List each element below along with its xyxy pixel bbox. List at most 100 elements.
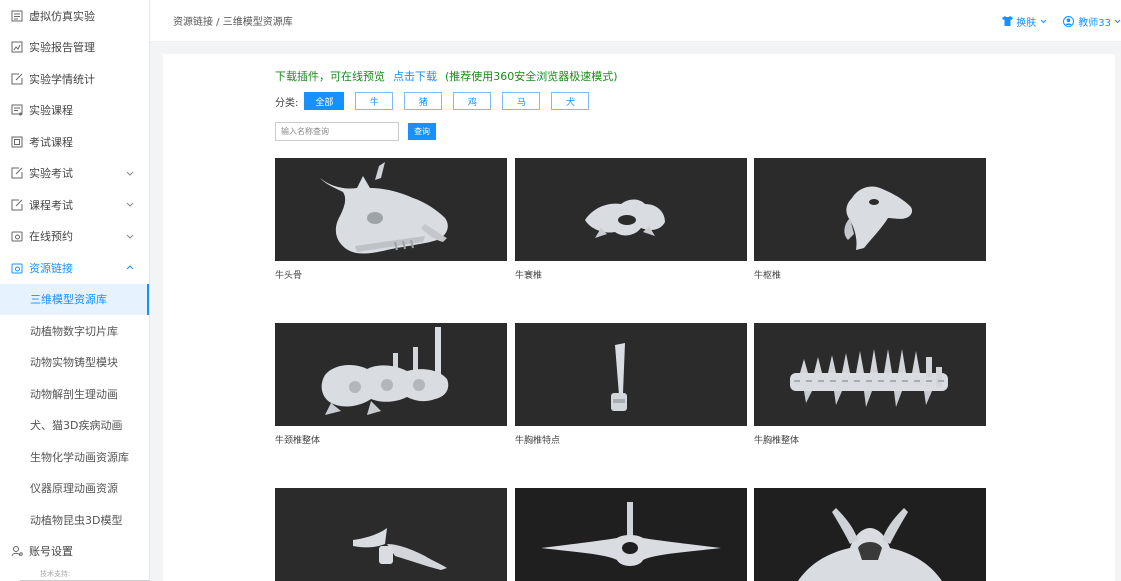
sidebar-subitem-disease-anim[interactable]: 犬、猫3D疾病动画 <box>0 410 149 442</box>
sidebar-item-course-exam[interactable]: 课程考试 <box>0 189 149 221</box>
top-header: 资源链接 / 三维模型资源库 <box>150 0 1121 42</box>
model-thumbnail[interactable] <box>515 158 747 261</box>
model-card[interactable] <box>515 488 747 581</box>
sidebar-item-label: 实验学情统计 <box>29 72 95 86</box>
sidebar-subitem-slices[interactable]: 动植物数字切片库 <box>0 315 149 347</box>
sidebar: 虚拟仿真实验 实验报告管理 实验学情统计 实验课程 考试课程 实验考试 课程考试… <box>0 0 150 581</box>
link-icon <box>10 261 24 275</box>
chevron-down-icon <box>1040 19 1047 24</box>
plugin-notice: 下载插件，可在线预览 点击下载 (推荐使用360安全浏览器极速模式) <box>275 68 618 84</box>
model-name: 牛颈椎整体 <box>275 436 321 446</box>
sidebar-item-booking[interactable]: 在线预约 <box>0 221 149 253</box>
notice-tip: (推荐使用360安全浏览器极速模式) <box>445 70 618 83</box>
model-card[interactable]: 牛颈椎整体 <box>275 323 507 446</box>
filter-label: 分类: <box>275 97 299 109</box>
calendar-icon <box>10 229 24 243</box>
sidebar-item-label: 实验考试 <box>29 167 73 181</box>
sidebar-item-label: 在线预约 <box>29 230 73 244</box>
sidebar-subitem-label: 动植物数字切片库 <box>30 324 118 338</box>
sidebar-subitem-casting[interactable]: 动物实物铸型模块 <box>0 347 149 379</box>
category-all-button[interactable]: 全部 <box>304 92 345 110</box>
category-filter: 分类: 全部 牛 猪 鸡 马 犬 <box>275 92 600 110</box>
sidebar-subitem-insect-3d[interactable]: 动植物昆虫3D模型 <box>0 504 149 536</box>
search-input[interactable] <box>275 122 399 141</box>
header-actions: 换肤 教师33 <box>1002 0 1121 42</box>
sidebar-subitem-label: 动植物昆虫3D模型 <box>30 513 123 527</box>
model-card[interactable]: 牛枢椎 <box>754 158 986 281</box>
sidebar-item-report-manage[interactable]: 实验报告管理 <box>0 32 149 64</box>
user-label: 教师33 <box>1078 17 1111 29</box>
sidebar-item-label: 实验报告管理 <box>29 41 95 55</box>
chevron-up-icon <box>125 263 135 273</box>
category-chicken-button[interactable]: 鸡 <box>453 92 492 110</box>
search-row: 查询 <box>275 122 436 141</box>
model-card[interactable] <box>275 488 507 581</box>
sidebar-item-lab-exam[interactable]: 实验考试 <box>0 158 149 190</box>
model-name: 牛胸椎整体 <box>754 436 800 446</box>
list-icon <box>10 9 24 23</box>
model-thumbnail[interactable] <box>275 323 507 426</box>
skin-label: 换肤 <box>1016 17 1037 29</box>
model-thumbnail[interactable] <box>754 323 986 426</box>
exam-icon <box>10 135 24 149</box>
sidebar-subitem-anatomy-anim[interactable]: 动物解剖生理动画 <box>0 378 149 410</box>
model-card[interactable]: 牛寰椎 <box>515 158 747 281</box>
chevron-down-icon <box>125 168 135 178</box>
footer-note: 技术支持: <box>40 570 71 578</box>
edit-icon <box>10 72 24 86</box>
sidebar-item-label: 课程考试 <box>29 198 73 212</box>
sidebar-subitem-label: 犬、猫3D疾病动画 <box>30 419 123 433</box>
sidebar-subitem-label: 仪器原理动画资源 <box>30 482 118 496</box>
sidebar-subitem-label: 动物实物铸型模块 <box>30 356 118 370</box>
edit-icon <box>10 198 24 212</box>
sidebar-item-exam-course[interactable]: 考试课程 <box>0 126 149 158</box>
edit-icon <box>10 166 24 180</box>
user-icon <box>10 544 24 558</box>
category-cattle-button[interactable]: 牛 <box>355 92 394 110</box>
sidebar-item-virtual-sim[interactable]: 虚拟仿真实验 <box>0 0 149 32</box>
sidebar-item-label: 账号设置 <box>29 545 73 559</box>
sidebar-item-course[interactable]: 实验课程 <box>0 95 149 127</box>
user-menu[interactable]: 教师33 <box>1063 14 1121 29</box>
model-thumbnail[interactable] <box>275 158 507 261</box>
search-button[interactable]: 查询 <box>408 123 436 140</box>
category-dog-button[interactable]: 犬 <box>551 92 590 110</box>
model-thumbnail[interactable] <box>515 488 747 581</box>
chevron-down-icon <box>125 231 135 241</box>
sidebar-item-stats[interactable]: 实验学情统计 <box>0 63 149 95</box>
download-link[interactable]: 点击下载 <box>393 70 437 83</box>
sidebar-item-label: 实验课程 <box>29 104 73 118</box>
sidebar-item-account[interactable]: 账号设置 <box>0 536 149 568</box>
model-card[interactable]: 牛头骨 <box>275 158 507 281</box>
sidebar-item-label: 资源链接 <box>29 261 73 275</box>
model-name: 牛头骨 <box>275 271 303 281</box>
model-thumbnail[interactable] <box>275 488 507 581</box>
notice-text: 下载插件，可在线预览 <box>275 70 385 83</box>
model-thumbnail[interactable] <box>515 323 747 426</box>
model-name: 牛寰椎 <box>515 271 543 281</box>
breadcrumb: 资源链接 / 三维模型资源库 <box>173 17 293 28</box>
app-root: 虚拟仿真实验 实验报告管理 实验学情统计 实验课程 考试课程 实验考试 课程考试… <box>0 0 1121 581</box>
report-icon <box>10 40 24 54</box>
chevron-down-icon <box>125 200 135 210</box>
model-card[interactable]: 牛胸椎特点 <box>515 323 747 446</box>
sidebar-subitem-label: 生物化学动画资源库 <box>30 450 129 464</box>
sidebar-subitem-instrument-anim[interactable]: 仪器原理动画资源 <box>0 473 149 505</box>
model-card[interactable]: 牛胸椎整体 <box>754 323 986 446</box>
sidebar-subitem-biochem-anim[interactable]: 生物化学动画资源库 <box>0 441 149 473</box>
category-horse-button[interactable]: 马 <box>502 92 541 110</box>
skin-switch-button[interactable]: 换肤 <box>1002 14 1047 29</box>
model-thumbnail[interactable] <box>754 488 986 581</box>
sidebar-item-resource-links[interactable]: 资源链接 <box>0 252 149 284</box>
sidebar-subitem-label: 三维模型资源库 <box>30 293 107 307</box>
course-icon <box>10 103 24 117</box>
sidebar-subitem-3d-models[interactable]: 三维模型资源库 <box>0 283 149 315</box>
model-card[interactable] <box>754 488 986 581</box>
sidebar-item-label: 考试课程 <box>29 135 73 149</box>
model-name: 牛胸椎特点 <box>515 436 561 446</box>
chevron-down-icon <box>1114 19 1121 24</box>
model-thumbnail[interactable] <box>754 158 986 261</box>
category-pig-button[interactable]: 猪 <box>404 92 443 110</box>
sidebar-subitem-label: 动物解剖生理动画 <box>30 387 118 401</box>
tshirt-icon <box>1002 16 1014 26</box>
